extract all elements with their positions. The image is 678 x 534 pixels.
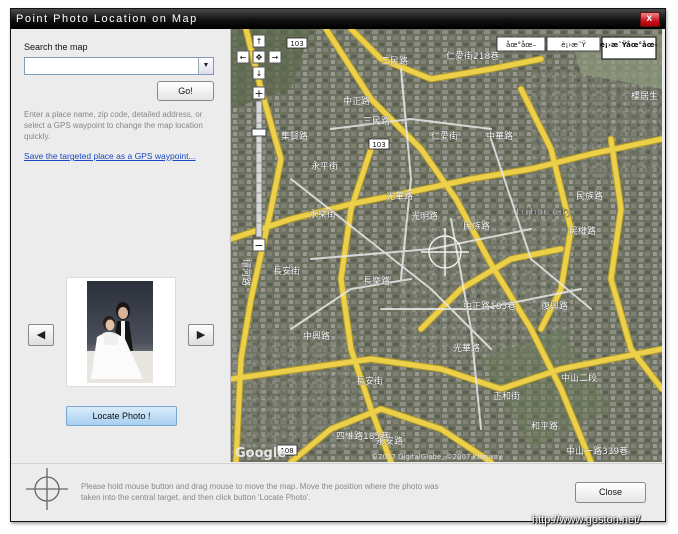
google-logo: Google: [235, 446, 286, 461]
road-label: 中興路: [303, 330, 330, 342]
road-label: 仁愛街: [431, 130, 458, 142]
locate-photo-button[interactable]: Locate Photo !: [66, 406, 177, 426]
map-type-button-1[interactable]: åœ°åœ–: [496, 36, 546, 52]
road-label: 中華路: [486, 130, 513, 142]
zoom-out-button[interactable]: −: [254, 239, 263, 252]
road-label: 集賢路: [281, 130, 308, 142]
dialog-window: Point Photo Location on Map x Search the…: [10, 8, 666, 522]
road-label: 正和街: [493, 390, 520, 402]
road-label: 仁愛街218巷: [446, 50, 499, 62]
road-label: 中山二段: [561, 372, 597, 384]
map-type-button-3[interactable]: è¡›æ˜Ÿåœ°åœ–: [600, 36, 658, 60]
road-label: 光華路: [386, 190, 413, 202]
road-label: 民權路: [569, 225, 596, 237]
go-button[interactable]: Go!: [157, 81, 214, 101]
city-label: Lujhou City: [516, 207, 572, 218]
road-label: 長安街: [273, 265, 300, 277]
road-label: 中正路185巷: [463, 300, 516, 312]
chevron-down-icon[interactable]: ▼: [198, 58, 213, 74]
window-title: Point Photo Location on Map: [16, 13, 198, 25]
road-label: 光明路: [411, 210, 438, 222]
title-bar: Point Photo Location on Map x: [11, 9, 665, 29]
road-label: 三民路: [363, 115, 390, 127]
zoom-slider-track[interactable]: [255, 100, 263, 238]
search-label: Search the map: [24, 42, 88, 52]
site-watermark: http://www.goston.net/: [532, 514, 641, 526]
next-photo-button[interactable]: ▶: [188, 324, 214, 346]
road-label: 民族路: [576, 190, 603, 202]
satellite-map[interactable]: 仁愛街218巷中正路三民路仁愛街 中華路光華路光明路民族路永平街永樂街環河路 長安街…: [231, 29, 662, 462]
map-type-button-2[interactable]: è¡›æ˜Ÿ: [546, 36, 601, 52]
road-label: 三民路: [381, 55, 408, 67]
crosshair-icon: [26, 468, 68, 510]
photo-thumbnail: [87, 281, 153, 383]
zoom-in-button[interactable]: +: [254, 87, 263, 100]
pan-up-icon[interactable]: ↑: [256, 37, 263, 46]
prev-photo-button[interactable]: ◀: [28, 324, 54, 346]
search-panel: Search the map ▼ Go! Enter a place name,…: [11, 30, 229, 461]
map-type-label: åœ°åœ–: [506, 40, 536, 49]
close-button[interactable]: Close: [575, 482, 646, 503]
road-label: 四維路185巷: [336, 430, 389, 442]
pan-right-icon[interactable]: →: [272, 53, 279, 62]
zoom-slider-thumb[interactable]: [251, 128, 267, 137]
road-label: 民族路: [463, 220, 490, 232]
route-marker-label: 103: [290, 40, 303, 48]
window-close-button[interactable]: x: [640, 12, 660, 27]
road-label: 光華路: [453, 342, 480, 354]
road-label: 復興路: [541, 300, 568, 312]
route-marker-2: 103: [368, 138, 390, 150]
road-label: 樓居生: [631, 90, 658, 102]
road-label: 中山一路339巷: [566, 445, 628, 457]
road-label: 環河路: [240, 259, 252, 286]
photo-thumbnail-frame: [66, 277, 176, 387]
pan-left-icon[interactable]: ←: [240, 53, 247, 62]
pan-center-icon[interactable]: ✥: [256, 53, 263, 62]
save-waypoint-link[interactable]: Save the targeted place as a GPS waypoin…: [24, 151, 196, 161]
map-view[interactable]: 仁愛街218巷 中正路 三民路 仁愛街 中華路 光華路 光明路 民族路 永平街 永樂街 環河路 長安街…: [230, 29, 662, 462]
route-marker-1: 103: [286, 37, 308, 49]
road-label: 長樂路: [363, 275, 390, 287]
map-type-label: è¡›æ˜Ÿåœ°åœ–: [600, 40, 658, 49]
road-label: 和平路: [531, 420, 558, 432]
road-label: 長安街: [356, 375, 383, 387]
map-type-label: è¡›æ˜Ÿ: [561, 40, 586, 49]
road-label: 永平街: [311, 160, 338, 172]
pan-down-icon[interactable]: ↓: [256, 69, 263, 78]
search-combo[interactable]: ▼: [24, 57, 214, 75]
route-marker-label: 103: [372, 141, 385, 149]
road-label: 中正路: [343, 95, 370, 107]
instructions-text: Please hold mouse button and drag mouse …: [81, 482, 439, 502]
map-attribution: ©2007 DigitalGlobe, ©2007 Kingway: [371, 453, 502, 461]
search-help-text: Enter a place name, zip code, detailed a…: [24, 110, 203, 141]
road-label: 永樂街: [309, 208, 336, 220]
